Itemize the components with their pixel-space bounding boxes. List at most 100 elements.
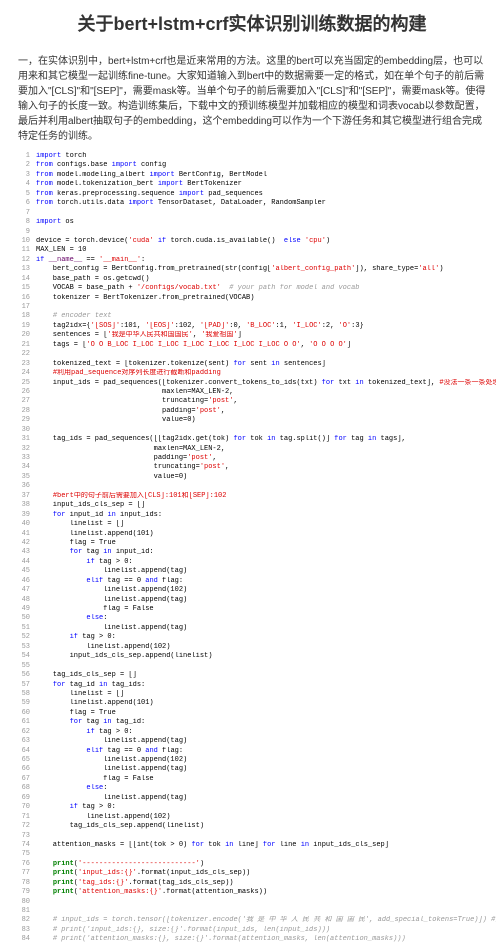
code-line: 63 linelist.append(tag) bbox=[8, 737, 496, 746]
code-content: elif tag == 0 and flag: bbox=[36, 747, 496, 756]
line-number: 84 bbox=[8, 935, 30, 944]
code-line: 53 linelist.append(102) bbox=[8, 643, 496, 652]
line-number: 60 bbox=[8, 709, 30, 718]
code-content: for input_id in input_ids: bbox=[36, 511, 496, 520]
code-line: 54 input_ids_cls_sep.append(linelist) bbox=[8, 652, 496, 661]
code-line: 71 linelist.append(102) bbox=[8, 813, 496, 822]
line-number: 53 bbox=[8, 643, 30, 652]
code-line: 20 sentences = ['我是中华人民共和国国民', '我爱祖国'] bbox=[8, 331, 496, 340]
code-line: 7 bbox=[8, 209, 496, 218]
line-number: 64 bbox=[8, 747, 30, 756]
line-number: 11 bbox=[8, 246, 30, 255]
code-content bbox=[36, 850, 496, 859]
line-number: 32 bbox=[8, 445, 30, 454]
code-line: 62 if tag > 0: bbox=[8, 728, 496, 737]
line-number: 5 bbox=[8, 190, 30, 199]
code-content: input_ids_cls_sep.append(linelist) bbox=[36, 652, 496, 661]
line-number: 50 bbox=[8, 614, 30, 623]
code-line: 3from model.modeling_albert import BertC… bbox=[8, 171, 496, 180]
line-number: 81 bbox=[8, 907, 30, 916]
line-number: 45 bbox=[8, 567, 30, 576]
line-number: 6 bbox=[8, 199, 30, 208]
code-content: # print('input_ids:{}, size:{}'.format(i… bbox=[36, 926, 496, 935]
line-number: 76 bbox=[8, 860, 30, 869]
code-line: 57 for tag_id in tag_ids: bbox=[8, 681, 496, 690]
code-content: print('---------------------------') bbox=[36, 860, 496, 869]
code-content: for tag_id in tag_ids: bbox=[36, 681, 496, 690]
code-content: from model.modeling_albert import BertCo… bbox=[36, 171, 496, 180]
code-content: tokenized_text = [tokenizer.tokenize(sen… bbox=[36, 360, 496, 369]
line-number: 7 bbox=[8, 209, 30, 218]
code-line: 32 maxlen=MAX_LEN-2, bbox=[8, 445, 496, 454]
intro-paragraph: 一，在实体识别中，bert+lstm+crf也是近来常用的方法。这里的bert可… bbox=[0, 46, 504, 152]
line-number: 25 bbox=[8, 379, 30, 388]
line-number: 43 bbox=[8, 548, 30, 557]
line-number: 27 bbox=[8, 397, 30, 406]
code-line: 84 # print('attention_masks:{}, size:{}'… bbox=[8, 935, 496, 944]
code-line: 15 VOCAB = base_path + '/configs/vocab.t… bbox=[8, 284, 496, 293]
code-content: device = torch.device('cuda' if torch.cu… bbox=[36, 237, 496, 246]
code-content: base_path = os.getcwd() bbox=[36, 275, 496, 284]
line-number: 65 bbox=[8, 756, 30, 765]
code-line: 79 print('attention_masks:{}'.format(att… bbox=[8, 888, 496, 897]
code-content: input_ids = pad_sequences([tokenizer.con… bbox=[36, 379, 496, 388]
line-number: 82 bbox=[8, 916, 30, 925]
code-line: 25 input_ids = pad_sequences([tokenizer.… bbox=[8, 379, 496, 388]
code-content bbox=[36, 426, 496, 435]
code-line: 81 bbox=[8, 907, 496, 916]
code-content: maxlen=MAX_LEN-2, bbox=[36, 445, 496, 454]
code-content bbox=[36, 907, 496, 916]
line-number: 41 bbox=[8, 530, 30, 539]
code-content: tokenizer = BertTokenizer.from_pretraine… bbox=[36, 294, 496, 303]
code-content: linelist.append(102) bbox=[36, 643, 496, 652]
line-number: 8 bbox=[8, 218, 30, 227]
code-content: if tag > 0: bbox=[36, 728, 496, 737]
line-number: 16 bbox=[8, 294, 30, 303]
code-content: if __name__ == '__main__': bbox=[36, 256, 496, 265]
code-line: 8import os bbox=[8, 218, 496, 227]
code-content: print('input_ids:{}'.format(input_ids_cl… bbox=[36, 869, 496, 878]
code-content: flag = False bbox=[36, 605, 496, 614]
line-number: 39 bbox=[8, 511, 30, 520]
line-number: 70 bbox=[8, 803, 30, 812]
line-number: 22 bbox=[8, 350, 30, 359]
code-line: 30 bbox=[8, 426, 496, 435]
code-line: 51 linelist.append(tag) bbox=[8, 624, 496, 633]
code-line: 38 input_ids_cls_sep = [] bbox=[8, 501, 496, 510]
line-number: 37 bbox=[8, 492, 30, 501]
line-number: 18 bbox=[8, 312, 30, 321]
code-content: tag_ids_cls_sep.append(linelist) bbox=[36, 822, 496, 831]
code-line: 13 bert_config = BertConfig.from_pretrai… bbox=[8, 265, 496, 274]
code-content: linelist.append(102) bbox=[36, 813, 496, 822]
line-number: 61 bbox=[8, 718, 30, 727]
line-number: 68 bbox=[8, 784, 30, 793]
code-content: elif tag == 0 and flag: bbox=[36, 577, 496, 586]
code-line: 83 # print('input_ids:{}, size:{}'.forma… bbox=[8, 926, 496, 935]
line-number: 26 bbox=[8, 388, 30, 397]
line-number: 75 bbox=[8, 850, 30, 859]
line-number: 49 bbox=[8, 605, 30, 614]
code-content bbox=[36, 350, 496, 359]
line-number: 1 bbox=[8, 152, 30, 161]
code-line: 9 bbox=[8, 228, 496, 237]
code-line: 27 truncating='post', bbox=[8, 397, 496, 406]
code-content: padding='post', bbox=[36, 454, 496, 463]
line-number: 19 bbox=[8, 322, 30, 331]
code-content: for tag in tag_id: bbox=[36, 718, 496, 727]
code-line: 69 linelist.append(tag) bbox=[8, 794, 496, 803]
code-content: linelist.append(tag) bbox=[36, 596, 496, 605]
code-line: 47 linelist.append(102) bbox=[8, 586, 496, 595]
code-content: linelist.append(102) bbox=[36, 586, 496, 595]
line-number: 54 bbox=[8, 652, 30, 661]
code-content bbox=[36, 482, 496, 491]
line-number: 33 bbox=[8, 454, 30, 463]
line-number: 28 bbox=[8, 407, 30, 416]
line-number: 30 bbox=[8, 426, 30, 435]
code-line: 34 truncating='post', bbox=[8, 463, 496, 472]
line-number: 47 bbox=[8, 586, 30, 595]
code-line: 41 linelist.append(101) bbox=[8, 530, 496, 539]
code-line: 14 base_path = os.getcwd() bbox=[8, 275, 496, 284]
code-line: 59 linelist.append(101) bbox=[8, 699, 496, 708]
line-number: 78 bbox=[8, 879, 30, 888]
code-line: 65 linelist.append(102) bbox=[8, 756, 496, 765]
